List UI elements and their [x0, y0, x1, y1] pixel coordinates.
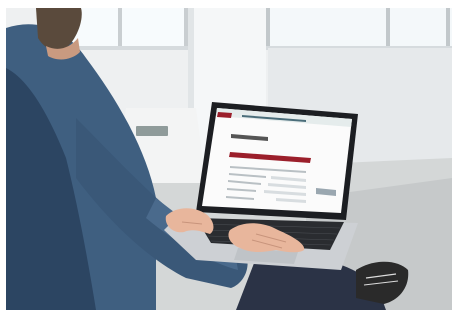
screen-logo — [217, 112, 232, 118]
photo-scene — [6, 8, 452, 310]
photo-frame — [0, 0, 458, 314]
scene-illustration — [6, 8, 452, 310]
